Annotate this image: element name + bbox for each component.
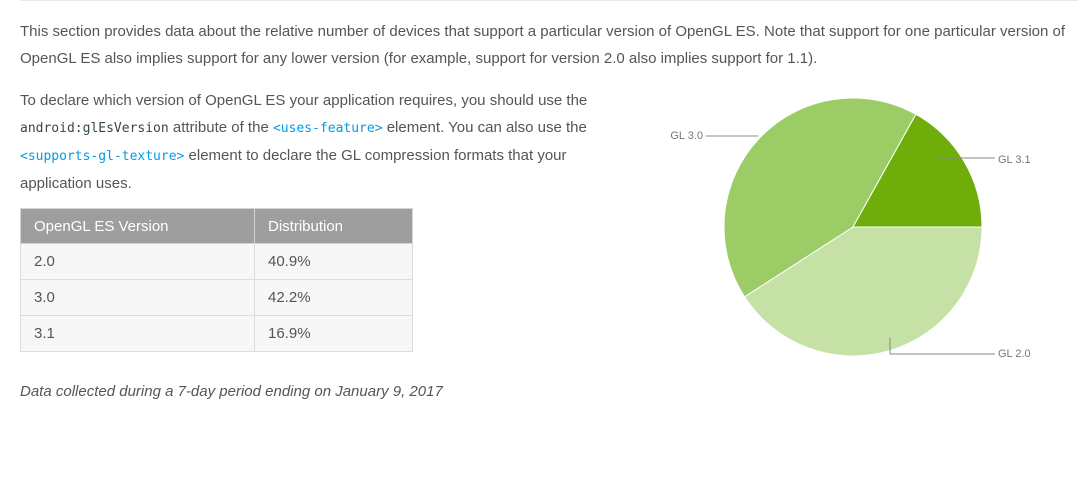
table-row: 2.0 40.9%: [20, 243, 413, 280]
cell-distribution: 16.9%: [254, 315, 413, 352]
declare-paragraph: To declare which version of OpenGL ES yo…: [20, 87, 620, 197]
uses-feature-link[interactable]: <uses-feature>: [273, 121, 383, 136]
cell-version: 2.0: [20, 243, 255, 280]
declare-text-1: To declare which version of OpenGL ES yo…: [20, 92, 588, 109]
intro-paragraph: This section provides data about the rel…: [20, 23, 1066, 67]
glesversion-attribute-code: android:glEsVersion: [20, 121, 169, 136]
header-version: OpenGL ES Version: [20, 208, 255, 244]
declare-text-3: element. You can also use the: [382, 119, 587, 136]
distribution-table: OpenGL ES Version Distribution 2.0 40.9%…: [20, 208, 413, 352]
declare-text-2: attribute of the: [168, 119, 273, 136]
pie-label-gl-3-0: GL 3.0: [670, 130, 703, 142]
top-divider: [20, 0, 1078, 1]
table-row: 3.1 16.9%: [20, 315, 413, 352]
data-collection-note: Data collected during a 7-day period end…: [20, 383, 443, 400]
cell-version: 3.0: [20, 279, 255, 316]
pie-label-gl-2-0: GL 2.0: [998, 348, 1031, 360]
cell-version: 3.1: [20, 315, 255, 352]
cell-distribution: 42.2%: [254, 279, 413, 316]
header-distribution: Distribution: [254, 208, 413, 244]
table-header-row: OpenGL ES Version Distribution: [20, 208, 413, 244]
opengl-pie-chart: GL 2.0 GL 3.0 GL 3.1: [670, 97, 1031, 360]
table-row: 3.0 42.2%: [20, 279, 413, 316]
cell-distribution: 40.9%: [254, 243, 413, 280]
supports-gl-texture-link[interactable]: <supports-gl-texture>: [20, 149, 184, 164]
pie-label-gl-3-1: GL 3.1: [998, 154, 1031, 166]
